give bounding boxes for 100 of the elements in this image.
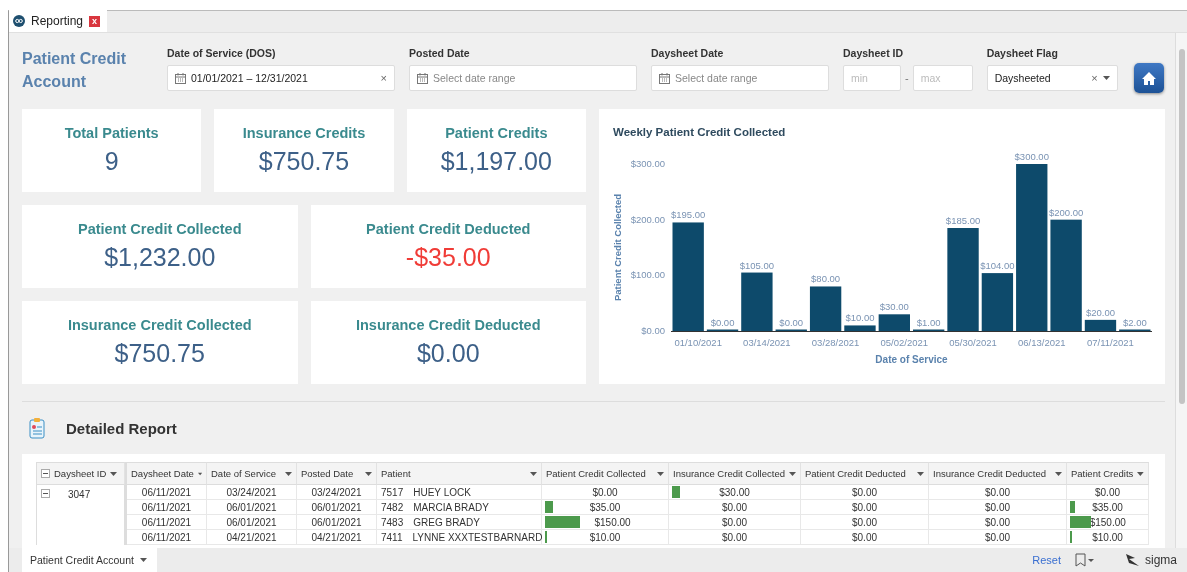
bar-value-label: $0.00 — [710, 316, 735, 328]
bar-value-label: $200.00 — [1048, 206, 1084, 218]
amount-text: $0.00 — [852, 501, 877, 513]
app-logo-icon — [13, 15, 25, 27]
patient-name: MARCIA BRADY — [413, 501, 489, 513]
kpi-value: $750.75 — [258, 147, 350, 176]
bar — [844, 325, 876, 331]
collapse-icon[interactable] — [41, 489, 50, 498]
column-header[interactable]: Patient Credits — [1067, 462, 1149, 485]
page-tab[interactable]: Patient Credit Account — [22, 548, 157, 572]
chart-title: Weekly Patient Credit Collected — [613, 126, 786, 138]
filter-label: Daysheet Date — [651, 47, 725, 59]
kpi-label: Patient Credit Deducted — [366, 221, 531, 237]
bar-value-label: $10.00 — [845, 312, 875, 324]
collapse-icon[interactable] — [41, 469, 50, 478]
group-id: 3047 — [68, 489, 91, 500]
amount-text: $0.00 — [985, 501, 1010, 513]
axis-tick-label: 07/11/2021 — [1087, 337, 1134, 348]
table-cell: 06/11/2021 — [127, 500, 207, 515]
amount-text: $0.00 — [852, 486, 877, 498]
amount-text: $0.00 — [985, 531, 1010, 543]
filter-label: Daysheet ID — [843, 47, 905, 59]
scrollbar[interactable] — [1175, 33, 1187, 548]
caret-icon — [365, 471, 372, 476]
amount-text: $35.00 — [589, 501, 621, 513]
flag-select[interactable]: Daysheeted × — [986, 65, 1118, 91]
kpi-label: Insurance Credits — [242, 125, 366, 141]
column-header[interactable]: Patient — [377, 462, 542, 485]
caret-icon — [285, 471, 292, 476]
amount-text: $0.00 — [1095, 486, 1120, 498]
amount-text: $30.00 — [719, 486, 750, 498]
calendar-icon — [659, 72, 670, 84]
clipboard-icon — [28, 417, 46, 439]
caret-icon — [1137, 471, 1144, 476]
bar — [1084, 319, 1117, 331]
section-title: Detailed Report — [66, 419, 177, 437]
caret-icon — [1055, 471, 1062, 476]
column-header[interactable]: Insurance Credit Deducted — [929, 462, 1067, 485]
column-header[interactable]: Daysheet Date — [127, 462, 207, 485]
bar-value-label: $104.00 — [980, 260, 1015, 272]
bookmark-icon[interactable] — [1075, 553, 1095, 567]
kpi-value: $750.75 — [114, 339, 205, 368]
patient-id: 7483 — [381, 516, 404, 528]
kpi-value: $1,232.00 — [104, 243, 216, 272]
table-cell: 06/01/2021 — [297, 515, 377, 530]
patient-id: 7517 — [381, 486, 404, 498]
caret-icon — [530, 471, 537, 476]
home-icon — [1140, 70, 1157, 86]
reset-link[interactable]: Reset — [1032, 554, 1061, 566]
patient-id: 7411 — [381, 531, 403, 543]
bar-value-label: $300.00 — [1014, 151, 1049, 162]
bar-value-label: $195.00 — [671, 209, 706, 221]
caret-icon — [657, 471, 664, 476]
bar-value-label: $80.00 — [811, 273, 841, 285]
filter-label: Daysheet Flag — [986, 47, 1059, 59]
amount-text: $150.00 — [1089, 516, 1126, 528]
y-axis-title: Patient Credit Collected — [612, 193, 623, 302]
kpi-value: $0.00 — [416, 339, 480, 368]
column-header[interactable]: Posted Date — [297, 462, 377, 485]
column-header[interactable]: Insurance Credit Collected — [669, 462, 801, 485]
table-cell: 04/21/2021 — [207, 530, 297, 545]
kpi-value: -$35.00 — [405, 243, 491, 272]
amount-text: $150.00 — [594, 516, 631, 528]
patient-name: LYNNE XXXTESTBARNARD — [412, 531, 543, 543]
caret-icon — [139, 558, 147, 562]
table-cell: 06/11/2021 — [127, 530, 207, 545]
axis-tick-label: $100.00 — [630, 269, 665, 281]
bar — [809, 286, 842, 331]
close-icon[interactable]: x — [89, 15, 101, 27]
bar — [878, 314, 910, 331]
axis-tick-label: $0.00 — [641, 325, 665, 336]
caret-icon — [110, 471, 118, 476]
column-header[interactable]: Date of Service — [207, 462, 297, 485]
kpi-label: Total Patients — [64, 125, 159, 141]
column-header[interactable]: Daysheet ID — [37, 462, 125, 485]
axis-tick-label: 03/28/2021 — [811, 337, 860, 348]
column-header[interactable]: Patient Credit Collected — [542, 462, 669, 485]
reporting-tab[interactable]: Reporting x — [9, 10, 108, 32]
date-range-field[interactable]: Select date range — [651, 65, 829, 91]
axis-tick-label: 01/10/2021 — [674, 337, 722, 348]
home-button[interactable] — [1133, 63, 1164, 93]
patient-name: HUEY LOCK — [413, 486, 471, 498]
table-cell: 06/01/2021 — [207, 500, 297, 515]
amount-text: $35.00 — [1092, 501, 1123, 513]
column-header[interactable]: Patient Credit Deducted — [801, 462, 929, 485]
date-range-field[interactable]: Select date range — [409, 65, 637, 91]
amount-text: $0.00 — [722, 531, 747, 543]
amount-text: $0.00 — [985, 516, 1010, 528]
table-cell: 04/21/2021 — [297, 530, 377, 545]
bar-value-label: $2.00 — [1122, 316, 1147, 328]
axis-tick-label: $300.00 — [630, 158, 665, 169]
calendar-icon — [175, 72, 186, 84]
amount-text: $0.00 — [852, 516, 877, 528]
date-range-field[interactable]: 01/01/2021 – 12/31/2021 × — [167, 65, 395, 91]
x-axis-title: Date of Service — [875, 354, 948, 365]
amount-text: $0.00 — [722, 501, 747, 513]
kpi-value: 9 — [104, 147, 119, 176]
bar-value-label: $0.00 — [779, 316, 804, 328]
range-separator: - — [905, 72, 909, 84]
amount-text: $0.00 — [722, 516, 747, 528]
